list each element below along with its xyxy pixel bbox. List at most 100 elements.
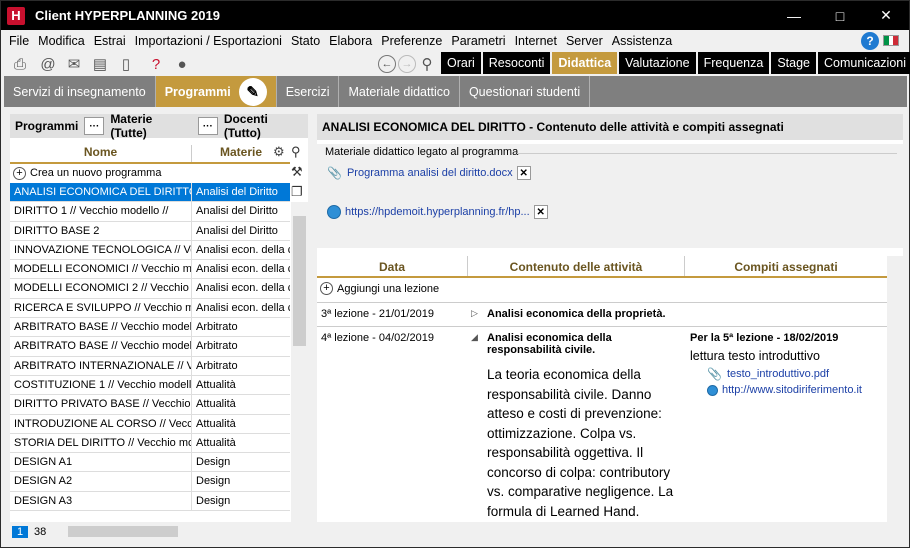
menu-bar: File Modifica Estrai Importazioni / Espo… bbox=[1, 30, 909, 52]
program-subject-cell: Analisi econ. della c bbox=[196, 301, 290, 314]
table-row[interactable]: DESIGN A2 Design bbox=[10, 472, 290, 492]
tab-resoconti[interactable]: Resoconti bbox=[482, 52, 551, 74]
material-file-link[interactable]: Programma analisi del diritto.docx bbox=[347, 167, 513, 179]
filter-docenti-button[interactable]: ··· bbox=[197, 117, 218, 135]
table-row[interactable]: COSTITUZIONE 1 // Vecchio modello Attuali… bbox=[10, 375, 290, 396]
table-row[interactable]: STORIA DEL DIRITTO // Vecchio mod Attuali… bbox=[10, 433, 290, 454]
menu-importazioni[interactable]: Importazioni / Esportazioni bbox=[135, 34, 282, 48]
remove-url-button[interactable]: ✕ bbox=[533, 205, 548, 219]
material-url-link[interactable]: https://hpdemoit.hyperplanning.fr/hp... bbox=[345, 206, 530, 218]
add-lesson-row[interactable]: + Aggiungi una lezione bbox=[317, 282, 439, 295]
magnifier-icon[interactable]: ⚲ bbox=[291, 144, 307, 162]
user-group-icon[interactable]: ● bbox=[173, 55, 191, 73]
subtab-servizi[interactable]: Servizi di insegnamento bbox=[4, 76, 156, 107]
table-row[interactable]: DIRITTO PRIVATO BASE // Vecchio r Attuali… bbox=[10, 395, 290, 415]
tab-frequenza[interactable]: Frequenza bbox=[697, 52, 770, 74]
subtab-esercizi[interactable]: Esercizi bbox=[277, 76, 340, 107]
gear-icon[interactable]: ⚙ bbox=[273, 144, 285, 160]
forward-icon[interactable]: → bbox=[398, 55, 416, 73]
program-subject-cell: Design bbox=[196, 494, 231, 507]
remove-file-button[interactable]: ✕ bbox=[516, 166, 531, 180]
menu-elabora[interactable]: Elabora bbox=[329, 34, 372, 48]
menu-stato[interactable]: Stato bbox=[291, 34, 320, 48]
italian-flag-icon[interactable] bbox=[883, 35, 899, 46]
tab-orari[interactable]: Orari bbox=[441, 52, 481, 74]
wrench-icon[interactable]: ⚒ bbox=[291, 164, 307, 182]
table-row[interactable]: DESIGN A3 Design bbox=[10, 491, 290, 512]
table-row[interactable]: ANALISI ECONOMICA DEL DIRITTO Analisi del… bbox=[10, 183, 290, 203]
list-scrollbar[interactable] bbox=[291, 202, 308, 522]
lesson-title: Analisi economica della proprietà. bbox=[487, 308, 666, 320]
question-key-icon[interactable]: ? bbox=[147, 55, 165, 73]
menu-assistenza[interactable]: Assistenza bbox=[612, 34, 672, 48]
program-subject-cell: Analisi del Diritto bbox=[196, 186, 278, 198]
program-name-cell: MODELLI ECONOMICI 2 // Vecchio m bbox=[10, 279, 192, 298]
table-row[interactable]: ARBITRATO INTERNAZIONALE // Vec Arbitrato bbox=[10, 356, 290, 376]
column-nome[interactable]: Nome bbox=[10, 145, 192, 162]
search-icon[interactable]: ⚲ bbox=[418, 55, 436, 73]
homework-text: lettura testo introduttivo bbox=[690, 349, 820, 363]
lesson-horizontal-scrollbar[interactable] bbox=[317, 522, 903, 541]
table-row[interactable]: INTRODUZIONE AL CORSO // Vecch Attualità bbox=[10, 414, 290, 434]
filter-materie-label: Materie (Tutte) bbox=[110, 112, 153, 140]
menu-preferenze[interactable]: Preferenze bbox=[381, 34, 442, 48]
table-row[interactable]: ARBITRATO BASE // Vecchio modell Arbitrat… bbox=[10, 337, 290, 357]
menu-file[interactable]: File bbox=[9, 34, 29, 48]
document-icon[interactable]: ▤ bbox=[91, 55, 109, 73]
tab-stage[interactable]: Stage bbox=[771, 52, 817, 74]
program-subject-cell: Attualità bbox=[196, 436, 236, 449]
tab-didattica[interactable]: Didattica bbox=[552, 52, 618, 74]
print-icon[interactable]: ⎙ bbox=[11, 55, 29, 73]
homework-url-link[interactable]: http://www.sitodiriferimento.it bbox=[722, 384, 862, 396]
lesson-date: 4ª lezione - 04/02/2019 bbox=[321, 332, 434, 344]
subtab-programmi[interactable]: Programmi ✎ bbox=[155, 76, 277, 107]
table-row[interactable]: DIRITTO BASE 2 Analisi del Diritto bbox=[10, 221, 290, 241]
at-sign-icon[interactable]: @ bbox=[39, 55, 57, 73]
page-current[interactable]: 1 bbox=[12, 525, 28, 538]
lesson-scrollbar[interactable] bbox=[887, 256, 903, 522]
column-compiti[interactable]: Compiti assegnati bbox=[685, 256, 887, 276]
table-row[interactable]: MODELLI ECONOMICI 2 // Vecchio m Analisi … bbox=[10, 279, 290, 299]
copy-icon[interactable]: ❐ bbox=[291, 184, 307, 202]
table-row[interactable]: INNOVAZIONE TECNOLOGICA // Vec Analisi ec… bbox=[10, 240, 290, 261]
tab-comunicazioni[interactable]: Comunicazioni bbox=[818, 52, 910, 74]
lesson-row-3[interactable]: 3ª lezione - 21/01/2019 ▷ Analisi econom… bbox=[317, 302, 887, 326]
program-name-cell: INTRODUZIONE AL CORSO // Vecch bbox=[10, 414, 192, 433]
table-row[interactable]: ARBITRATO BASE // Vecchio modell Arbitrat… bbox=[10, 318, 290, 338]
homework-file-link[interactable]: testo_introduttivo.pdf bbox=[727, 368, 829, 380]
tab-valutazione[interactable]: Valutazione bbox=[619, 52, 696, 74]
menu-estrai[interactable]: Estrai bbox=[94, 34, 126, 48]
horizontal-scroll-thumb[interactable] bbox=[68, 526, 178, 537]
expand-arrow-icon[interactable]: ▷ bbox=[471, 308, 478, 319]
help-icon[interactable]: ? bbox=[861, 32, 879, 50]
subtab-materiale[interactable]: Materiale didattico bbox=[339, 76, 460, 107]
maximize-button[interactable]: □ bbox=[817, 1, 863, 30]
column-data[interactable]: Data bbox=[317, 256, 468, 276]
create-program-row[interactable]: + Crea un nuovo programma bbox=[10, 164, 290, 182]
table-row[interactable]: RICERCA E SVILUPPO // Vecchio mo Analisi … bbox=[10, 298, 290, 319]
program-subject-cell: Attualità bbox=[196, 398, 236, 411]
list-scroll-thumb[interactable] bbox=[293, 216, 306, 346]
menu-internet[interactable]: Internet bbox=[515, 34, 557, 48]
lesson-table-header: Data Contenuto delle attività Compiti as… bbox=[317, 256, 887, 278]
table-row[interactable]: MODELLI ECONOMICI // Vecchio mo Analisi e… bbox=[10, 260, 290, 280]
material-label: Materiale didattico legato al programma bbox=[325, 146, 519, 158]
back-icon[interactable]: ← bbox=[378, 55, 396, 73]
table-row[interactable]: DIRITTO 1 // Vecchio modello // Analisi d… bbox=[10, 202, 290, 222]
menu-parametri[interactable]: Parametri bbox=[451, 34, 505, 48]
subtab-questionari[interactable]: Questionari studenti bbox=[460, 76, 591, 107]
close-button[interactable]: ✕ bbox=[863, 1, 909, 30]
module-tabs: Orari Resoconti Didattica Valutazione Fr… bbox=[441, 52, 910, 74]
filter-programmi-button[interactable]: ··· bbox=[84, 117, 105, 135]
menu-server[interactable]: Server bbox=[566, 34, 603, 48]
column-contenuto[interactable]: Contenuto delle attività bbox=[468, 256, 685, 276]
lesson-row-4[interactable]: 4ª lezione - 04/02/2019 ◢ Analisi econom… bbox=[317, 326, 887, 522]
email-icon[interactable]: ✉ bbox=[65, 55, 83, 73]
program-subject-cell: Arbitrato bbox=[196, 359, 238, 372]
minimize-button[interactable]: — bbox=[771, 1, 817, 30]
homework-file-row: 📎 testo_introduttivo.pdf bbox=[707, 367, 829, 381]
table-row[interactable]: DESIGN A1 Design bbox=[10, 453, 290, 473]
menu-modifica[interactable]: Modifica bbox=[38, 34, 85, 48]
mobile-icon[interactable]: ▯ bbox=[117, 55, 135, 73]
collapse-arrow-icon[interactable]: ◢ bbox=[471, 332, 478, 343]
